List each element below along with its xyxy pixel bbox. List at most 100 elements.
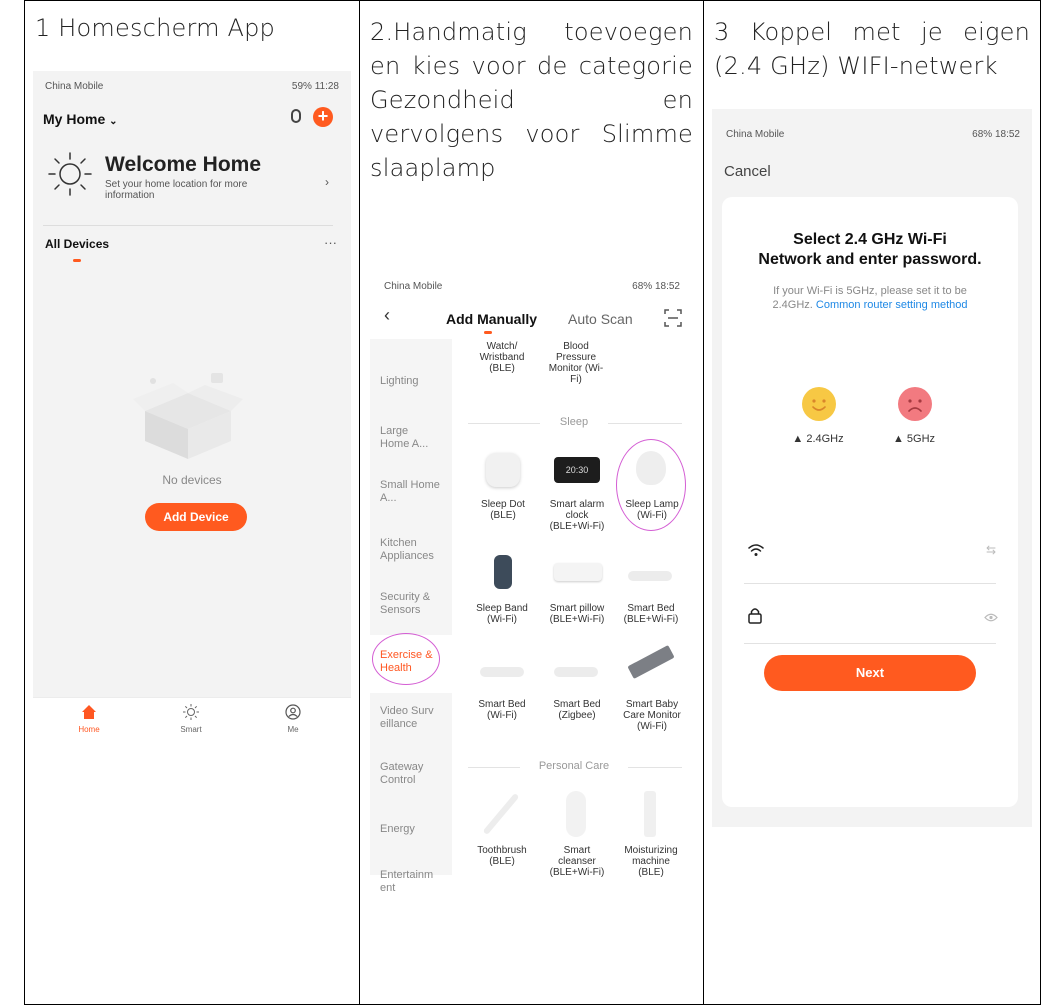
divider [468,767,520,768]
alarm-clock-image: 20:30 [554,457,600,483]
switch-network-icon[interactable]: ⇆ [986,543,996,557]
product-watch[interactable]: Watch/ Wristband (BLE) [472,341,532,374]
next-button[interactable]: Next [764,655,976,691]
cleanser-image [566,791,586,837]
welcome-card[interactable]: Welcome Home Set your home location for … [43,143,333,217]
band-5-label: ▲ 5GHz [876,433,952,445]
nav-me-label: Me [287,725,299,734]
sleep-band-image [494,555,512,589]
status-right: 59% 11:28 [291,81,339,92]
instruction-table: 1 Homescherm App China Mobile 59% 11:28 … [24,0,1041,1005]
ssid-input[interactable] [772,537,972,565]
welcome-subtitle: Set your home location for more informat… [105,179,248,201]
all-devices-tab[interactable]: All Devices [45,237,109,251]
category-entertainment[interactable]: Entertainm ent [380,869,440,895]
band-24-text: 2.4GHz [806,433,844,445]
divider [43,225,333,226]
happy-face-icon [802,387,836,421]
highlight-circle [372,633,440,685]
divider [744,643,996,644]
alarm-display: 20:30 [565,465,589,475]
status-left: China Mobile [726,129,785,140]
smart-pillow-image [554,563,602,581]
router-icon: ▲ [892,433,904,445]
status-left: China Mobile [45,81,104,92]
product-sleep-dot[interactable]: Sleep Dot (BLE) [474,499,532,521]
card-desc-line1: If your Wi-Fi is 5GHz, please set it to … [773,285,967,297]
user-icon [285,704,301,720]
category-energy[interactable]: Energy [380,823,440,836]
smart-bed-image [628,571,672,581]
caption-1: 1 Homescherm App [35,14,275,42]
bottom-nav: Home Smart Me [33,697,351,744]
home-selector[interactable]: My Home ⌄ [43,111,118,127]
add-device-button[interactable]: Add Device [145,503,247,531]
moisturizer-image [644,791,656,837]
product-smart-pillow[interactable]: Smart pillow (BLE+Wi-Fi) [546,603,608,625]
sun-icon [183,704,199,720]
baby-monitor-image [627,645,675,679]
wifi-icon [748,544,764,556]
product-smart-bed-zigbee[interactable]: Smart Bed (Zigbee) [546,699,608,721]
product-moisturizer[interactable]: Moisturizing machine (BLE) [620,845,682,878]
category-large-home[interactable]: Large Home A... [380,425,440,451]
home-title: My Home [43,111,106,127]
highlight-circle [616,439,686,531]
smart-bed-image [554,667,598,677]
empty-state-text: No devices [162,473,222,487]
card-title-line2: Network and enter password. [758,251,982,268]
card-desc-prefix: 2.4GHz. [772,299,813,311]
column-1: 1 Homescherm App China Mobile 59% 11:28 … [24,0,360,1005]
divider [628,767,682,768]
router-setting-link[interactable]: Common router setting method [816,299,968,311]
home-screenshot: China Mobile 59% 11:28 My Home ⌄ + Welco… [33,71,351,744]
category-kitchen[interactable]: Kitchen Appliances [380,537,446,563]
product-smart-bed[interactable]: Smart Bed (BLE+Wi-Fi) [620,603,682,625]
add-device-screenshot: China Mobile 68% 18:52 ‹ Add Manually Au… [370,271,692,894]
tab-add-manually[interactable]: Add Manually [446,311,537,327]
microphone-icon[interactable] [291,109,301,123]
nav-smart[interactable]: Smart [171,704,211,734]
category-security[interactable]: Security & Sensors [380,591,440,617]
band-24-label: ▲ 2.4GHz [778,433,858,445]
wifi-card: Select 2.4 GHz Wi-Fi Network and enter p… [722,197,1018,807]
divider [744,583,996,584]
status-right: 68% 18:52 [972,129,1020,140]
nav-home[interactable]: Home [69,704,109,734]
cancel-button[interactable]: Cancel [724,163,771,180]
caption-2: 2.Handmatig toevoegen en kies voor de ca… [370,18,693,182]
card-title-line1: Select 2.4 GHz Wi-Fi [793,231,947,248]
status-left: China Mobile [384,281,443,292]
divider [608,423,682,424]
product-toothbrush[interactable]: Toothbrush (BLE) [472,845,532,867]
category-lighting[interactable]: Lighting [380,375,446,388]
more-icon[interactable]: ··· [324,235,337,250]
sad-face-icon [898,387,932,421]
product-smart-bed-wifi[interactable]: Smart Bed (Wi-Fi) [472,699,532,721]
empty-box-illustration [133,373,243,459]
wifi-screenshot: China Mobile 68% 18:52 Cancel Select 2.4… [712,109,1032,827]
nav-me[interactable]: Me [273,704,313,734]
category-video[interactable]: Video Surv eillance [380,705,440,731]
band-5-text: 5GHz [906,433,936,445]
product-baby-monitor[interactable]: Smart Baby Care Monitor (Wi-Fi) [620,699,684,732]
product-sleep-band[interactable]: Sleep Band (Wi-Fi) [472,603,532,625]
scan-icon[interactable] [664,309,682,327]
home-icon [82,705,96,719]
tab-auto-scan[interactable]: Auto Scan [568,311,633,327]
eye-icon[interactable] [984,613,998,622]
tab-indicator [73,259,81,262]
divider [468,423,540,424]
nav-home-label: Home [78,725,100,734]
smart-bed-image [480,667,524,677]
add-plus-icon[interactable]: + [313,107,333,127]
category-small-home[interactable]: Small Home A... [380,479,440,505]
category-gateway[interactable]: Gateway Control [380,761,440,787]
welcome-title: Welcome Home [105,153,261,176]
product-blood-pressure[interactable]: Blood Pressure Monitor (Wi-Fi) [548,341,604,385]
password-input[interactable] [772,601,972,629]
category-sidebar: Lighting Large Home A... Small Home A...… [370,339,452,894]
product-alarm-clock[interactable]: Smart alarm clock (BLE+Wi-Fi) [546,499,608,532]
back-icon[interactable]: ‹ [384,305,390,326]
product-cleanser[interactable]: Smart cleanser (BLE+Wi-Fi) [546,845,608,878]
